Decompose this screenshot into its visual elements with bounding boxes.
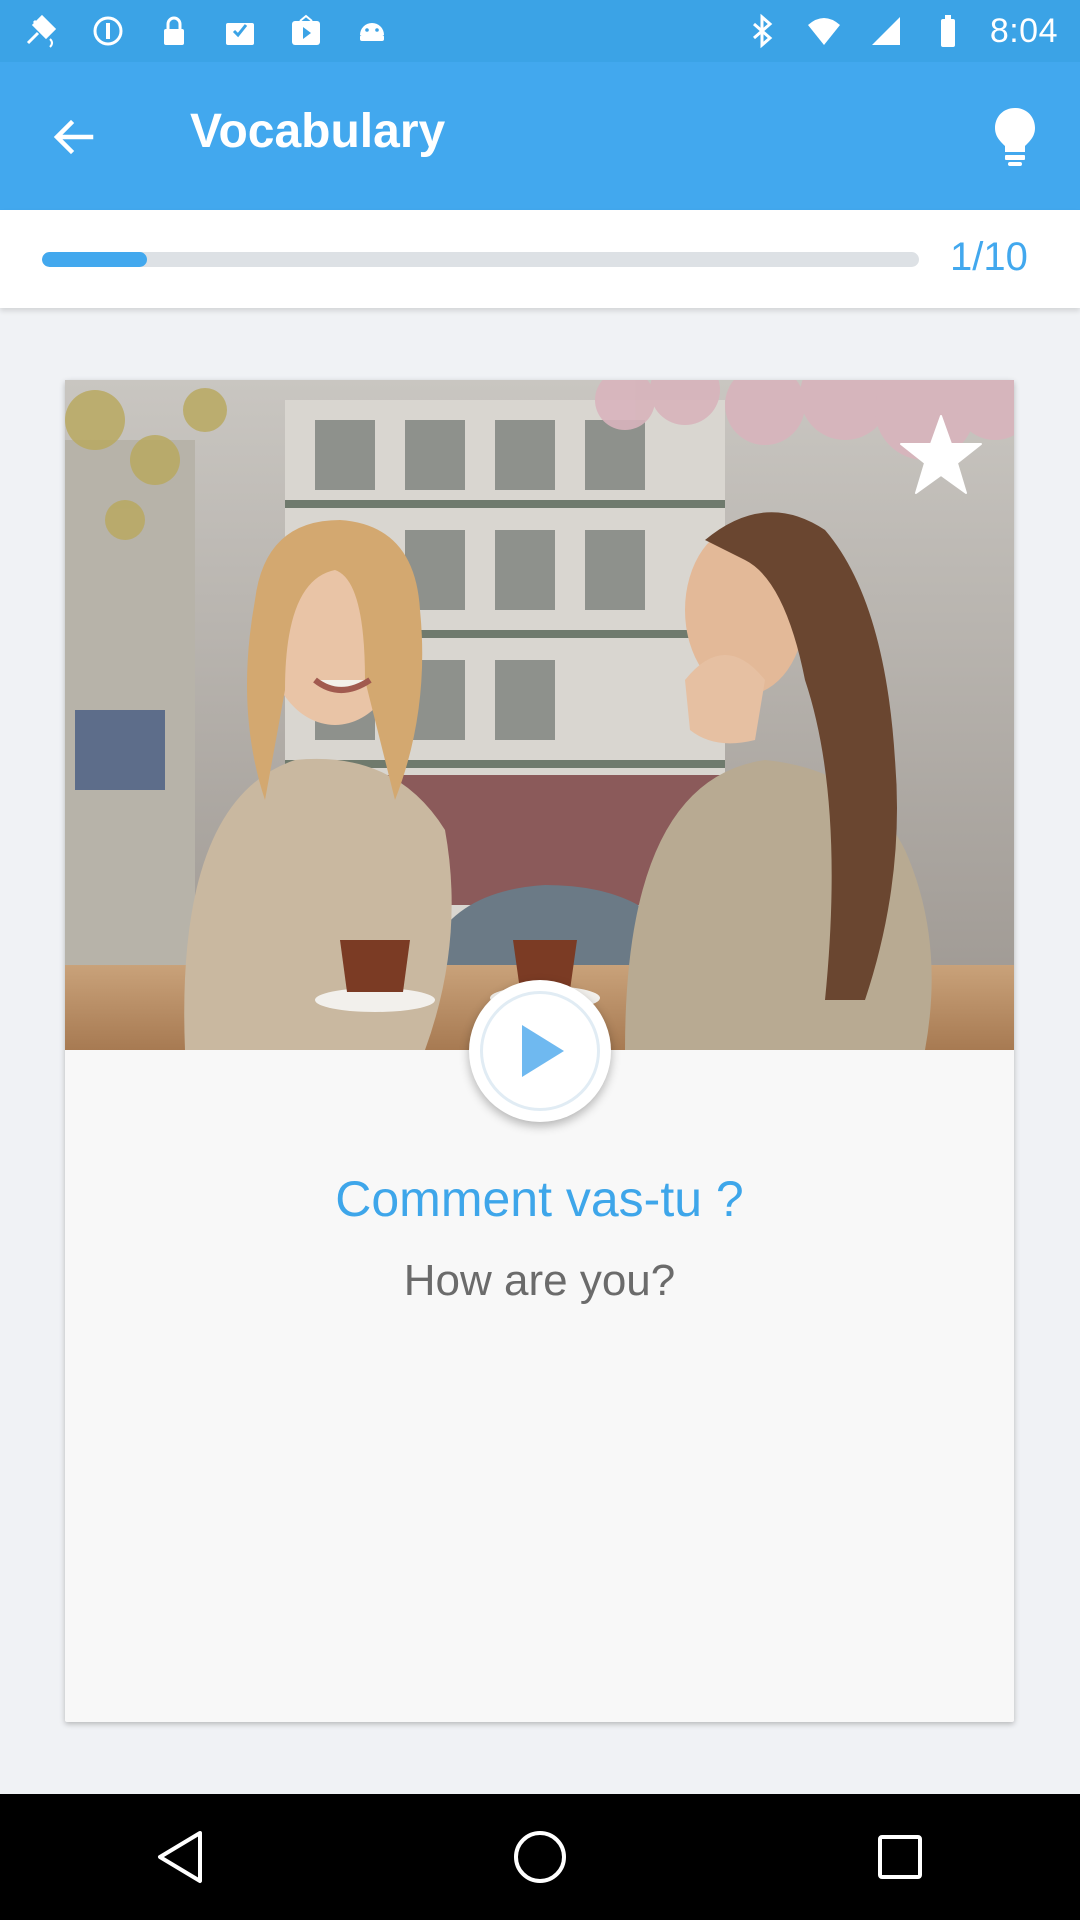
back-triangle-icon — [158, 1831, 202, 1883]
nav-recents-button[interactable] — [855, 1812, 945, 1902]
star-icon — [900, 415, 982, 494]
nav-back-button[interactable] — [135, 1812, 225, 1902]
progress-strip: 1/10 — [0, 210, 1080, 308]
system-nav-bar — [0, 1794, 1080, 1920]
lock-icon — [154, 11, 194, 51]
inbox-icon — [220, 11, 260, 51]
play-button-ring — [480, 991, 600, 1111]
status-time: 8:04 — [989, 11, 1058, 50]
wifi-icon — [804, 11, 844, 51]
hint-button[interactable] — [978, 100, 1052, 174]
recents-square-icon — [878, 1835, 922, 1879]
vocabulary-card: Comment vas-tu ? How are you? — [65, 380, 1014, 1722]
play-icon — [522, 1025, 564, 1077]
fake-gps-icon — [22, 11, 62, 51]
status-bar: 8:04 — [0, 0, 1080, 62]
lightbulb-icon — [995, 108, 1035, 166]
card-photo — [65, 380, 1014, 1050]
translation-text: How are you? — [403, 1256, 676, 1305]
back-button[interactable] — [38, 102, 108, 172]
youtube-icon — [286, 11, 326, 51]
progress-count: 1/10 — [950, 235, 1028, 279]
android-icon — [352, 11, 392, 51]
nav-home-button[interactable] — [495, 1812, 585, 1902]
phrase-text: Comment vas-tu ? — [335, 1171, 744, 1227]
status-left-icons — [22, 11, 392, 51]
play-audio-button[interactable] — [469, 980, 611, 1122]
bluetooth-icon — [742, 11, 782, 51]
status-right-icons: 8:04 — [742, 11, 1058, 51]
battery-icon — [928, 11, 968, 51]
page-title: Vocabulary — [190, 105, 446, 158]
signal-icon — [866, 11, 906, 51]
arrow-back-icon — [53, 119, 94, 155]
progress-bar — [42, 252, 919, 267]
favorite-button[interactable] — [896, 410, 986, 500]
home-circle-icon — [514, 1831, 566, 1883]
app-bar: Vocabulary — [0, 62, 1080, 210]
data-saver-icon — [88, 11, 128, 51]
progress-fill — [42, 252, 148, 267]
